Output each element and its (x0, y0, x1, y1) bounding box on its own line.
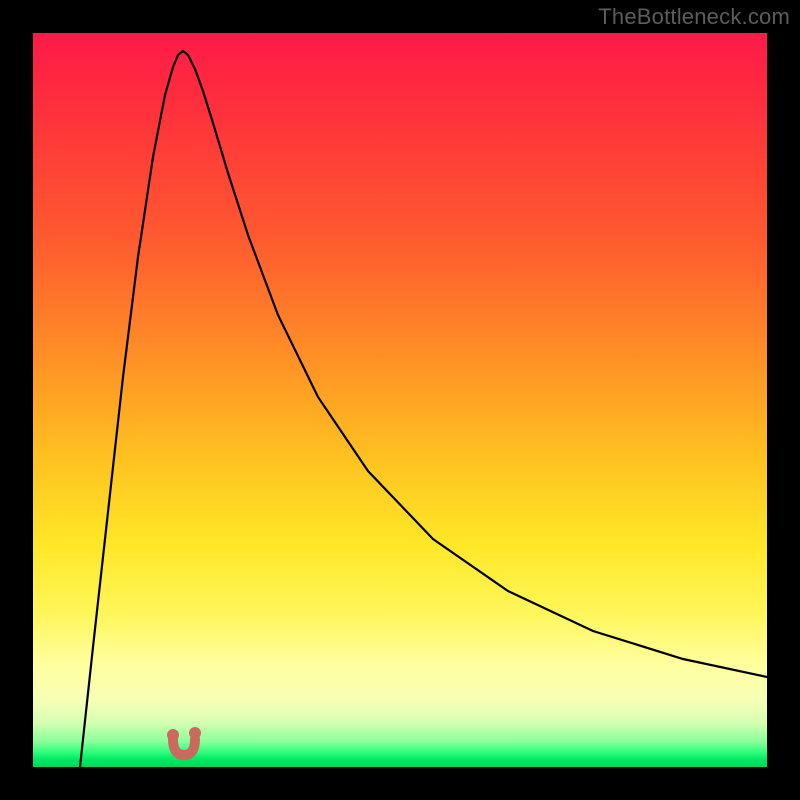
minimum-u-arc (173, 739, 195, 755)
chart-frame: TheBottleneck.com (0, 0, 800, 800)
plot-area (33, 33, 767, 767)
bottleneck-curve (80, 51, 767, 767)
attribution-label: TheBottleneck.com (598, 4, 790, 30)
bottleneck-curve-svg (33, 33, 767, 767)
